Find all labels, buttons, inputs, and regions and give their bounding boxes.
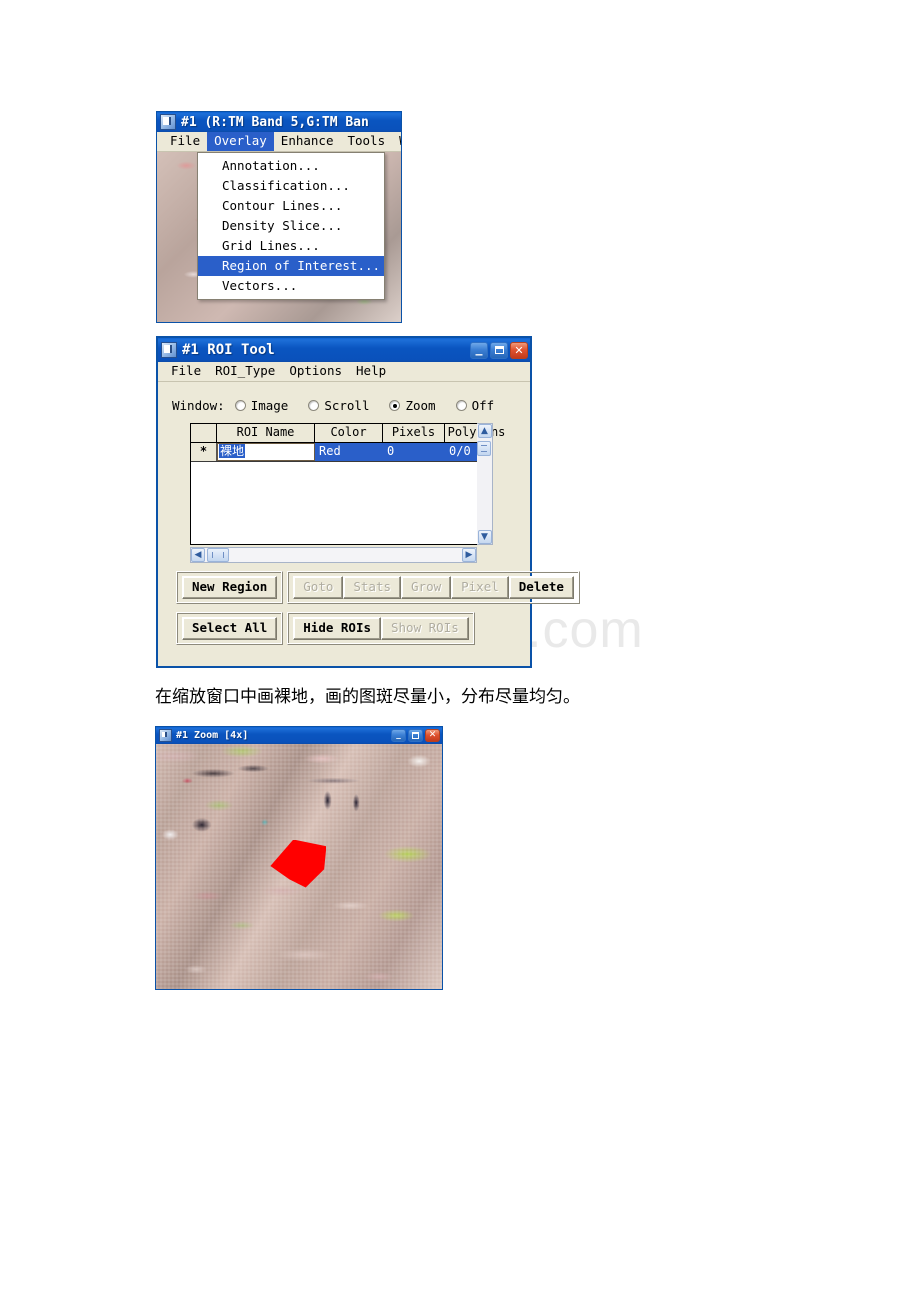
visibility-group: Hide ROIs Show ROIs: [287, 612, 475, 645]
image-window-title: #1 (R:TM Band 5,G:TM Ban: [181, 114, 369, 130]
new-region-button[interactable]: New Region: [182, 576, 278, 599]
roi-th-color: Color: [315, 424, 383, 442]
roi-menu-help[interactable]: Help: [349, 362, 393, 381]
menu-file[interactable]: File: [163, 132, 207, 151]
roi-table-vertical-scrollbar[interactable]: ▲ ▼: [477, 423, 493, 545]
zoom-window-titlebar[interactable]: #1 Zoom [4x] _ ✕: [156, 727, 442, 744]
maximize-button[interactable]: [408, 729, 423, 742]
menu-window[interactable]: Win: [392, 132, 401, 151]
zoom-window[interactable]: #1 Zoom [4x] _ ✕: [155, 726, 443, 990]
menu-item-annotation[interactable]: Annotation...: [198, 156, 384, 176]
grow-button[interactable]: Grow: [401, 576, 452, 599]
minimize-button[interactable]: _: [470, 339, 488, 359]
menu-item-classification[interactable]: Classification...: [198, 176, 384, 196]
hide-rois-button[interactable]: Hide ROIs: [293, 617, 381, 640]
radio-off[interactable]: Off: [455, 398, 495, 413]
maximize-button[interactable]: [490, 341, 508, 359]
minimize-button[interactable]: _: [391, 729, 406, 742]
roi-menu-roi-type[interactable]: ROI_Type: [208, 362, 282, 381]
horizontal-scroll-thumb[interactable]: [207, 548, 229, 562]
image-window-titlebar[interactable]: #1 (R:TM Band 5,G:TM Ban: [157, 112, 401, 132]
zoom-image-canvas[interactable]: [156, 744, 442, 989]
minimize-icon: _: [475, 339, 483, 356]
radio-zoom-dot: [389, 400, 401, 411]
minimize-icon: _: [396, 730, 401, 740]
goto-button[interactable]: Goto: [293, 576, 344, 599]
roi-name-input[interactable]: 裸地: [217, 443, 315, 461]
menu-overlay[interactable]: Overlay: [207, 132, 274, 151]
close-button[interactable]: ✕: [510, 341, 528, 359]
stats-button[interactable]: Stats: [343, 576, 402, 599]
roi-th-marker: [191, 424, 217, 442]
radio-off-label: Off: [471, 398, 495, 413]
radio-image-dot: [234, 400, 246, 411]
menu-item-grid-lines[interactable]: Grid Lines...: [198, 236, 384, 256]
envi-window-icon: [161, 342, 177, 358]
envi-window-icon: [159, 729, 172, 742]
roi-th-pixels: Pixels: [383, 424, 445, 442]
roi-action-buttons-row-2: Select All Hide ROIs Show ROIs: [176, 612, 520, 645]
roi-tool-body: Window: Image Scroll Zoom Off ROI Name C…: [158, 382, 580, 651]
zoom-window-title: #1 Zoom [4x]: [176, 730, 249, 741]
radio-off-dot: [455, 400, 467, 411]
overlay-dropdown-menu[interactable]: Annotation... Classification... Contour …: [197, 152, 385, 300]
image-window-menubar[interactable]: File Overlay Enhance Tools Win: [157, 132, 401, 152]
new-region-group: New Region: [176, 571, 284, 604]
menu-enhance[interactable]: Enhance: [274, 132, 341, 151]
show-rois-button[interactable]: Show ROIs: [381, 617, 469, 640]
scroll-left-arrow-icon[interactable]: ◀: [191, 548, 205, 562]
menu-item-vectors[interactable]: Vectors...: [198, 276, 384, 296]
window-label: Window:: [172, 398, 225, 413]
close-button[interactable]: ✕: [425, 729, 440, 742]
menu-item-contour-lines[interactable]: Contour Lines...: [198, 196, 384, 216]
scroll-down-arrow-icon[interactable]: ▼: [477, 530, 492, 544]
roi-tool-window[interactable]: #1 ROI Tool _ ✕ File ROI_Type Options He…: [156, 336, 580, 668]
window-target-radio-group[interactable]: Window: Image Scroll Zoom Off: [172, 398, 520, 413]
instruction-caption: 在缩放窗口中画裸地，画的图斑尽量小，分布尽量均匀。: [155, 687, 580, 707]
envi-window-icon: [160, 114, 176, 130]
radio-scroll-label: Scroll: [324, 398, 370, 413]
roi-action-buttons-row-1: New Region Goto Stats Grow Pixel Delete: [176, 571, 580, 604]
region-ops-group: Goto Stats Grow Pixel Delete: [287, 571, 580, 604]
roi-menu-options[interactable]: Options: [282, 362, 349, 381]
roi-row-color[interactable]: Red: [315, 443, 383, 461]
roi-table-header: ROI Name Color Pixels Polygons: [191, 424, 505, 443]
close-icon: ✕: [428, 730, 437, 740]
radio-image-label: Image: [250, 398, 289, 413]
vertical-scroll-thumb[interactable]: [477, 441, 491, 456]
select-all-button[interactable]: Select All: [182, 617, 278, 640]
radio-zoom-label: Zoom: [405, 398, 436, 413]
delete-button[interactable]: Delete: [508, 576, 574, 599]
roi-window-title: #1 ROI Tool: [182, 342, 275, 358]
roi-menubar[interactable]: File ROI_Type Options Help: [158, 362, 530, 382]
radio-scroll[interactable]: Scroll: [308, 398, 369, 413]
menu-item-density-slice[interactable]: Density Slice...: [198, 216, 384, 236]
zoom-window-controls: _ ✕: [391, 729, 440, 742]
roi-table-body[interactable]: * 裸地 Red 0 0/0: [191, 443, 477, 544]
roi-menu-file[interactable]: File: [164, 362, 208, 381]
image-display-window[interactable]: #1 (R:TM Band 5,G:TM Ban File Overlay En…: [156, 111, 402, 323]
roi-window-controls: _ ✕: [470, 339, 528, 359]
scroll-right-arrow-icon[interactable]: ▶: [462, 548, 476, 562]
scroll-up-arrow-icon[interactable]: ▲: [477, 424, 492, 438]
pixel-button[interactable]: Pixel: [451, 576, 509, 599]
menu-tools[interactable]: Tools: [340, 132, 392, 151]
roi-name-value: 裸地: [219, 444, 246, 458]
roi-table-horizontal-scrollbar[interactable]: ◀ ▶: [190, 547, 477, 563]
radio-image[interactable]: Image: [234, 398, 289, 413]
radio-zoom[interactable]: Zoom: [389, 398, 436, 413]
roi-list-table[interactable]: ROI Name Color Pixels Polygons * 裸地 Red …: [190, 423, 505, 545]
roi-row-pixels: 0: [387, 444, 395, 458]
radio-scroll-dot: [308, 400, 320, 411]
select-all-group: Select All: [176, 612, 284, 645]
roi-row-marker: *: [191, 443, 217, 461]
maximize-icon: [491, 343, 507, 358]
table-row[interactable]: * 裸地 Red 0 0/0: [191, 443, 477, 462]
maximize-icon: [409, 730, 422, 741]
close-icon: ✕: [514, 343, 524, 357]
roi-window-titlebar[interactable]: #1 ROI Tool _ ✕: [158, 338, 530, 362]
roi-th-name: ROI Name: [217, 424, 315, 442]
roi-list-table-container[interactable]: ROI Name Color Pixels Polygons * 裸地 Red …: [190, 423, 508, 545]
menu-item-region-of-interest[interactable]: Region of Interest...: [198, 256, 384, 276]
